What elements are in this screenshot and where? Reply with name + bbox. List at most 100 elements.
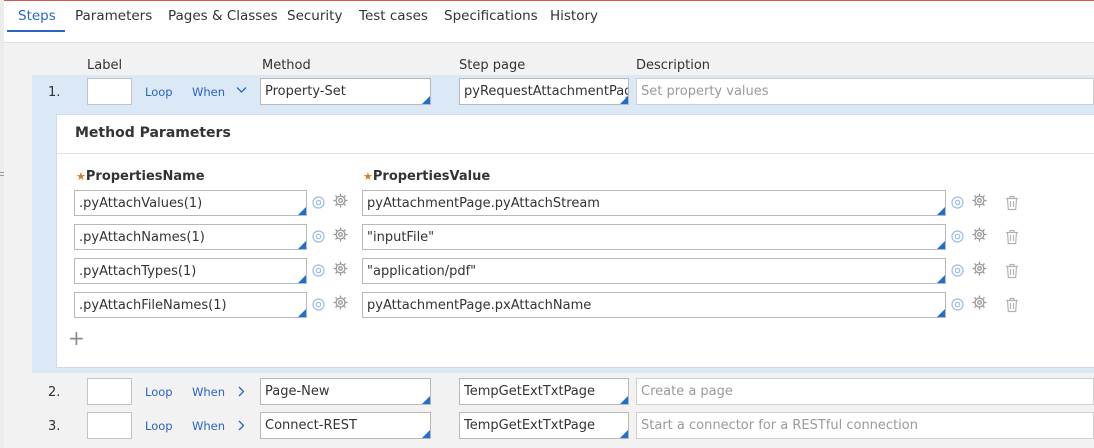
method-field[interactable]: Connect-REST bbox=[260, 412, 431, 439]
step-number: 2. bbox=[48, 385, 61, 400]
step-page-value: pyRequestAttachmentPage bbox=[464, 84, 629, 99]
tab-history[interactable]: History bbox=[550, 8, 598, 24]
field-corner-marker bbox=[422, 96, 430, 104]
property-name-value: .pyAttachTypes(1) bbox=[79, 264, 197, 279]
tab-parameters[interactable]: Parameters bbox=[75, 8, 152, 24]
description-value: Create a page bbox=[641, 384, 733, 399]
step-label-input[interactable] bbox=[87, 78, 132, 105]
method-value: Page-New bbox=[265, 384, 330, 399]
target-icon[interactable] bbox=[311, 195, 326, 214]
tab-test-cases[interactable]: Test cases bbox=[359, 8, 428, 24]
step-page-value: TempGetExtTxtPage bbox=[464, 418, 596, 433]
add-parameter-plus-icon[interactable]: + bbox=[68, 328, 85, 348]
gear-icon[interactable] bbox=[971, 294, 988, 315]
tab-bar: Steps Parameters Pages & Classes Securit… bbox=[4, 1, 1094, 43]
property-name-field[interactable]: .pyAttachFileNames(1) bbox=[74, 292, 307, 318]
method-value: Connect-REST bbox=[265, 418, 357, 433]
method-field[interactable]: Page-New bbox=[260, 378, 431, 405]
column-header-label: Label bbox=[87, 58, 123, 73]
field-corner-marker bbox=[422, 430, 430, 438]
chevron-right-icon[interactable] bbox=[236, 385, 247, 401]
active-tab-indicator bbox=[7, 30, 65, 32]
property-value-value: pyAttachmentPage.pxAttachName bbox=[367, 298, 592, 313]
loop-link[interactable]: Loop bbox=[145, 385, 173, 399]
description-field[interactable]: Start a connector for a RESTful connecti… bbox=[636, 412, 1094, 439]
field-corner-marker bbox=[620, 96, 628, 104]
when-link[interactable]: When bbox=[192, 385, 225, 399]
field-corner-marker bbox=[937, 309, 945, 317]
property-value-value: "application/pdf" bbox=[367, 264, 477, 279]
description-value: Set property values bbox=[641, 84, 769, 99]
property-value-field[interactable]: pyAttachmentPage.pxAttachName bbox=[362, 292, 946, 318]
property-name-value: .pyAttachValues(1) bbox=[79, 196, 203, 211]
target-icon[interactable] bbox=[950, 263, 965, 282]
gear-icon[interactable] bbox=[332, 192, 349, 213]
target-icon[interactable] bbox=[950, 229, 965, 248]
field-corner-marker bbox=[422, 396, 430, 404]
trash-icon[interactable] bbox=[1005, 195, 1019, 215]
description-field[interactable]: Create a page bbox=[636, 378, 1094, 405]
tab-steps[interactable]: Steps bbox=[18, 8, 56, 24]
field-corner-marker bbox=[298, 241, 306, 249]
property-name-field[interactable]: .pyAttachTypes(1) bbox=[74, 258, 307, 284]
loop-link[interactable]: Loop bbox=[145, 85, 173, 99]
gear-icon[interactable] bbox=[971, 226, 988, 247]
gear-icon[interactable] bbox=[971, 260, 988, 281]
field-corner-marker bbox=[937, 241, 945, 249]
property-name-field[interactable]: .pyAttachValues(1) bbox=[74, 190, 307, 216]
field-corner-marker bbox=[620, 430, 628, 438]
step-page-value: TempGetExtTxtPage bbox=[464, 384, 596, 399]
gear-icon[interactable] bbox=[971, 192, 988, 213]
description-field[interactable]: Set property values bbox=[636, 78, 1094, 105]
description-value: Start a connector for a RESTful connecti… bbox=[641, 418, 918, 433]
trash-icon[interactable] bbox=[1005, 229, 1019, 249]
when-link[interactable]: When bbox=[192, 85, 225, 99]
field-corner-marker bbox=[937, 207, 945, 215]
trash-icon[interactable] bbox=[1005, 263, 1019, 283]
step-page-field[interactable]: pyRequestAttachmentPage bbox=[459, 78, 629, 105]
when-link[interactable]: When bbox=[192, 419, 225, 433]
chevron-right-icon[interactable] bbox=[236, 419, 247, 435]
target-icon[interactable] bbox=[950, 195, 965, 214]
property-name-field[interactable]: .pyAttachNames(1) bbox=[74, 224, 307, 250]
step-label-input[interactable] bbox=[87, 378, 132, 405]
property-value-value: "inputFile" bbox=[367, 230, 435, 245]
field-corner-marker bbox=[937, 275, 945, 283]
chevron-down-icon[interactable] bbox=[235, 83, 248, 99]
gear-icon[interactable] bbox=[332, 294, 349, 315]
method-value: Property-Set bbox=[265, 84, 346, 99]
property-value-field[interactable]: "inputFile" bbox=[362, 224, 946, 250]
method-field[interactable]: Property-Set bbox=[260, 78, 431, 105]
property-name-value: .pyAttachFileNames(1) bbox=[79, 298, 227, 313]
field-corner-marker bbox=[620, 396, 628, 404]
step-label-input[interactable] bbox=[87, 412, 132, 439]
gear-icon[interactable] bbox=[332, 260, 349, 281]
loop-link[interactable]: Loop bbox=[145, 419, 173, 433]
step-page-field[interactable]: TempGetExtTxtPage bbox=[459, 378, 629, 405]
tab-pages-classes[interactable]: Pages & Classes bbox=[168, 8, 278, 24]
tab-specifications[interactable]: Specifications bbox=[444, 8, 538, 24]
field-corner-marker bbox=[298, 309, 306, 317]
target-icon[interactable] bbox=[311, 263, 326, 282]
method-parameters-title: Method Parameters bbox=[75, 125, 231, 141]
step-page-field[interactable]: TempGetExtTxtPage bbox=[459, 412, 629, 439]
column-header-description: Description bbox=[636, 58, 711, 73]
tab-security[interactable]: Security bbox=[287, 8, 342, 24]
required-star-icon: ★ bbox=[363, 170, 373, 183]
column-header-method: Method bbox=[262, 58, 311, 73]
property-name-value: .pyAttachNames(1) bbox=[79, 230, 205, 245]
panel-divider bbox=[57, 153, 1094, 154]
step-number: 1. bbox=[48, 85, 61, 100]
field-corner-marker bbox=[298, 275, 306, 283]
trash-icon[interactable] bbox=[1005, 297, 1019, 317]
properties-value-header: ★PropertiesValue bbox=[363, 169, 491, 184]
target-icon[interactable] bbox=[311, 229, 326, 248]
target-icon[interactable] bbox=[311, 297, 326, 316]
target-icon[interactable] bbox=[950, 297, 965, 316]
column-header-step-page: Step page bbox=[459, 58, 526, 73]
gear-icon[interactable] bbox=[332, 226, 349, 247]
property-value-field[interactable]: "application/pdf" bbox=[362, 258, 946, 284]
property-value-field[interactable]: pyAttachmentPage.pyAttachStream bbox=[362, 190, 946, 216]
step-number: 3. bbox=[48, 419, 61, 434]
properties-name-header: ★PropertiesName bbox=[76, 169, 205, 184]
